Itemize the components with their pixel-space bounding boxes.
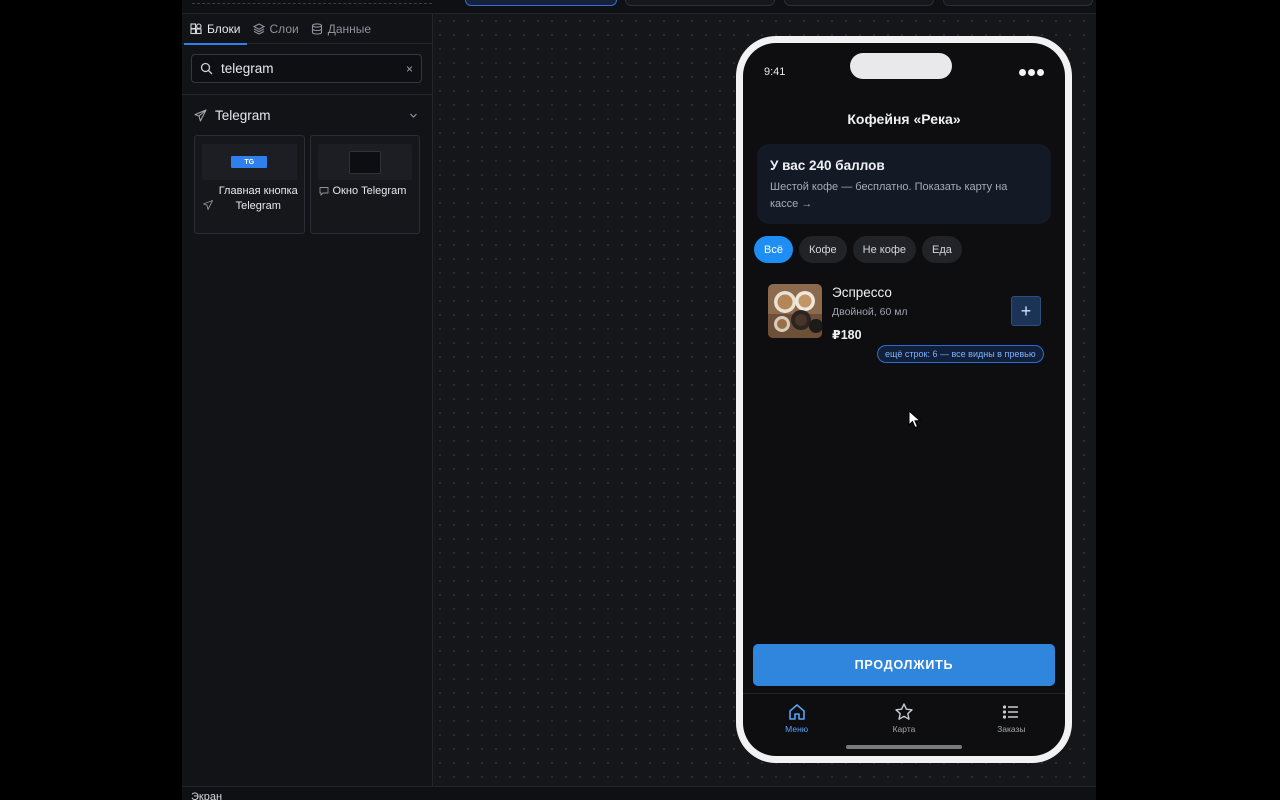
card-label: Главная кнопка Telegram (218, 185, 298, 212)
status-dots-icon (1019, 69, 1044, 76)
chevron-down-icon[interactable] (407, 109, 420, 122)
search-icon (200, 62, 213, 75)
home-indicator (846, 745, 962, 749)
loyalty-card[interactable]: У вас 240 баллов Шестой кофе — бесплатно… (757, 144, 1051, 224)
phone-screen: 9:41 Кофейня «Река» У вас 240 баллов Шес… (743, 43, 1065, 756)
dynamic-island (850, 53, 952, 79)
loyalty-text: Шестой кофе — бесплатно. Показать карту … (770, 181, 1008, 210)
menu-item[interactable]: Эспрессо Двойной, 60 мл ₽180 + (768, 284, 1041, 342)
item-description: Двойной, 60 мл (832, 306, 908, 318)
card-thumbnail (317, 144, 412, 180)
tab-menu[interactable]: Меню (743, 694, 850, 756)
blocks-icon (190, 23, 202, 35)
telegram-icon (194, 108, 207, 122)
list-icon (1003, 705, 1019, 719)
tab-label: Заказы (997, 724, 1026, 734)
mouse-cursor-icon (908, 410, 922, 429)
status-time: 9:41 (764, 66, 786, 78)
card-thumbnail: TG (202, 144, 297, 180)
toolbar-divider (192, 2, 432, 4)
search-area: × (182, 44, 432, 95)
block-card-telegram-window[interactable]: Окно Telegram (309, 135, 420, 234)
phone-frame: 9:41 Кофейня «Река» У вас 240 баллов Шес… (736, 36, 1072, 763)
block-cards: TG Главная кнопка Telegram Окно Telegram (182, 135, 432, 234)
continue-button[interactable]: ПРОДОЛЖИТЬ (753, 644, 1055, 686)
add-to-cart-button[interactable]: + (1011, 296, 1041, 326)
send-icon (203, 200, 213, 210)
chip-food[interactable]: Еда (922, 236, 962, 263)
layers-icon (252, 23, 265, 35)
loyalty-title: У вас 240 баллов (770, 158, 885, 173)
window-preview (348, 150, 381, 174)
block-card-main-button[interactable]: TG Главная кнопка Telegram (194, 135, 305, 234)
search-input[interactable] (221, 61, 398, 76)
tab-label: Данные (327, 22, 372, 36)
search-box: × (191, 54, 422, 83)
item-price: ₽180 (832, 328, 862, 342)
toolbar-tab[interactable] (625, 0, 775, 6)
home-icon (788, 704, 805, 720)
tab-label: Меню (785, 724, 809, 734)
chip-not-coffee[interactable]: Не кофе (852, 236, 917, 263)
tab-data[interactable]: Данные (305, 14, 377, 44)
bottom-bar: Экран (182, 786, 1096, 800)
tab-label: Карта (892, 724, 916, 734)
chip-coffee[interactable]: Кофе (798, 236, 847, 263)
chip-all[interactable]: Всё (754, 236, 793, 263)
tg-badge: TG (231, 156, 268, 168)
tab-orders[interactable]: Заказы (958, 694, 1065, 756)
item-name: Эспрессо (832, 285, 892, 300)
toolbar-tab[interactable] (943, 0, 1093, 6)
tab-label: Слои (269, 22, 299, 36)
panel-tabs: Блоки Слои Данные (182, 14, 432, 45)
blocks-panel: Блоки Слои Данные × Telegram TG Главная … (182, 14, 433, 786)
toolbar-tab-active[interactable] (465, 0, 617, 6)
clear-search-button[interactable]: × (406, 62, 413, 76)
chat-icon (319, 187, 328, 196)
card-label: Окно Telegram (332, 185, 407, 197)
category-chips: Всё Кофе Не кофе Еда (754, 236, 962, 263)
database-icon (311, 23, 322, 35)
tab-layers[interactable]: Слои (247, 14, 305, 44)
top-toolbar (182, 0, 1096, 14)
footer-label: Экран (191, 791, 223, 800)
section-title: Telegram (215, 107, 271, 123)
more-rows-badge: ещё строк: 6 — все видны в превью (877, 345, 1044, 363)
tab-label: Блоки (207, 22, 241, 36)
toolbar-tab[interactable] (784, 0, 934, 6)
tab-blocks[interactable]: Блоки (184, 14, 247, 45)
app-title: Кофейня «Река» (847, 111, 961, 127)
section-header-telegram[interactable]: Telegram (182, 95, 432, 135)
espresso-photo (768, 284, 822, 338)
star-icon (895, 703, 913, 720)
